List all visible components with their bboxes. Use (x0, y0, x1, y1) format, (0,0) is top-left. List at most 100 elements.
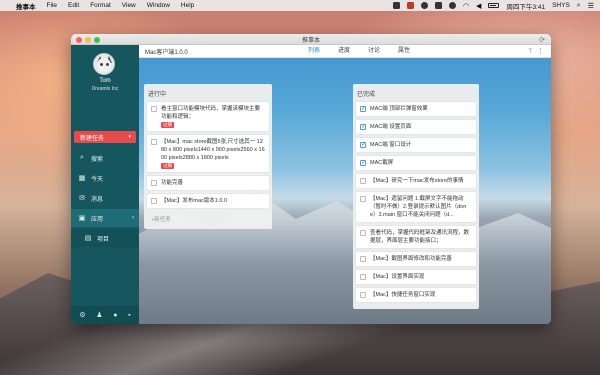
help-icon[interactable]: ● (113, 312, 117, 319)
window-titlebar[interactable]: 推事本 ⟳ (71, 34, 551, 45)
tab-list[interactable]: 列表 (299, 45, 329, 58)
task-checkbox[interactable] (151, 106, 157, 112)
tab-properties[interactable]: 属性 (389, 45, 419, 58)
task-card[interactable]: MAC端 设置页面 (356, 120, 476, 134)
more-icon[interactable]: ⋮ (537, 47, 544, 55)
task-card[interactable]: 【Mac】快捷任务窗口实现 (356, 288, 476, 302)
task-card[interactable]: 【Mac】研究一下mac发布store的事情 (356, 174, 476, 188)
tab-progress[interactable]: 进度 (329, 45, 359, 58)
project-icon: ▤ (84, 235, 92, 242)
task-checkbox[interactable] (151, 139, 157, 145)
new-task-label: 新建任务 (80, 135, 105, 142)
sidebar-item-label: 应用 (91, 216, 104, 223)
new-task-button[interactable]: 新建任务 ▾ (74, 131, 136, 143)
tray-time-machine-icon[interactable] (448, 2, 456, 9)
zoom-button[interactable] (94, 36, 100, 43)
user-org: Dreamix Inc (91, 86, 119, 92)
task-checkbox[interactable] (360, 230, 366, 236)
task-checkbox[interactable] (360, 256, 366, 262)
task-card[interactable]: 【Mac】设置界面实现 (356, 270, 476, 284)
tray-app-icon[interactable] (392, 2, 400, 9)
task-card[interactable]: 看主窗口功能模块代码，掌握该模块主要功能和逻辑； 过期 (147, 102, 269, 131)
calendar-icon: ▦ (78, 175, 86, 182)
task-text: MAC端 顶部拦弹窗效果 (370, 106, 428, 112)
close-button[interactable] (76, 36, 82, 43)
tray-circle-icon[interactable] (420, 2, 428, 9)
sidebar-item-search[interactable]: ⌕ 搜索 (71, 149, 139, 167)
battery-icon[interactable] (488, 3, 500, 8)
message-icon: ✉ (79, 195, 85, 202)
task-text: MAC截屏 (370, 160, 394, 166)
menubar-status-area: ◠ ◀ 周四下午3:41 SHYS ⌕ ☰ (392, 1, 594, 11)
wifi-icon[interactable]: ◠ (463, 2, 469, 10)
column-completed: 已完成 MAC端 顶部拦弹窗效果 MAC端 设置页面 MAC端 窗口设计 MAC… (353, 84, 479, 309)
spinner-icon: ⟳ (539, 37, 545, 44)
sidebar-item-label: 项目 (97, 236, 110, 243)
menu-view[interactable]: View (122, 2, 136, 9)
task-checkbox-checked[interactable] (360, 105, 366, 112)
apps-icon: ▣ (78, 215, 86, 222)
task-checkbox[interactable] (151, 198, 157, 204)
sidebar-item-projects[interactable]: ▤ 项目 (71, 229, 139, 247)
tray-dropbox-icon[interactable] (434, 2, 442, 9)
tray-alert-icon[interactable] (406, 2, 414, 9)
task-text: 【Mac】mac store截图5张,尺寸选其一 1280 x 800 pixe… (161, 139, 265, 161)
task-card[interactable]: 查看代码，掌握代码框架及通讯流程，数据层，界面层主要功能接口； (356, 226, 476, 248)
overdue-badge: 过期 (161, 122, 174, 128)
volume-icon[interactable]: ◀ (476, 2, 481, 10)
spotlight-icon[interactable]: ⌕ (577, 2, 581, 10)
task-card[interactable]: 【Mac】遗留问题 1.截屏文字不能拖动（暂时不做）2.登录提示默认图片（don… (356, 192, 476, 222)
task-text: 【Mac】研究一下mac发布store的事情 (370, 178, 464, 184)
menu-file[interactable]: File (47, 2, 57, 9)
minimize-button[interactable] (85, 36, 91, 43)
task-checkbox-checked[interactable] (360, 159, 366, 166)
task-text: 查看代码，掌握代码框架及通讯流程，数据层，界面层主要功能接口； (370, 230, 470, 244)
menubar-user[interactable]: SHYS (552, 2, 570, 9)
sidebar-item-apps[interactable]: ▣ 应用 › (71, 209, 139, 227)
chevron-down-icon: ▾ (128, 134, 131, 140)
chevron-right-icon: › (132, 215, 134, 221)
traffic-lights (76, 36, 100, 43)
task-card[interactable]: MAC端 窗口设计 (356, 138, 476, 152)
tab-bar: 列表 进度 讨论 属性 (299, 45, 419, 58)
task-checkbox[interactable] (360, 292, 366, 298)
menu-help[interactable]: Help (181, 2, 194, 9)
column-in-progress: 进行中 看主窗口功能模块代码，掌握该模块主要功能和逻辑； 过期 【Mac】mac… (144, 84, 272, 229)
task-card[interactable]: 【Mac】发布mac版本1.0.0 (147, 194, 269, 208)
shirt-icon[interactable]: ♟ (96, 311, 102, 319)
notification-center-icon[interactable]: ☰ (588, 2, 594, 10)
task-checkbox[interactable] (360, 178, 366, 184)
gear-icon[interactable]: ⚙ (79, 311, 85, 319)
sidebar-item-messages[interactable]: ✉ 消息 (71, 189, 139, 207)
task-checkbox[interactable] (151, 180, 157, 186)
avatar[interactable] (93, 53, 115, 75)
pin-icon[interactable]: ⊤ (528, 48, 533, 55)
sidebar-item-label: 今天 (91, 176, 104, 183)
task-text: MAC端 窗口设计 (370, 142, 412, 148)
sidebar-item-label: 搜索 (91, 156, 104, 163)
task-checkbox[interactable] (360, 274, 366, 280)
task-card[interactable]: MAC端 顶部拦弹窗效果 (356, 102, 476, 116)
task-card[interactable]: 功能完善 (147, 176, 269, 190)
task-checkbox[interactable] (360, 196, 366, 202)
add-task-button[interactable]: +新任务 (147, 212, 269, 226)
task-text: 【Mac】快捷任务窗口实现 (370, 292, 436, 298)
overdue-badge: 过期 (161, 163, 174, 169)
column-title: 已完成 (357, 92, 376, 98)
menu-edit[interactable]: Edit (68, 2, 79, 9)
menu-app-name[interactable]: 推事本 (16, 1, 36, 11)
sidebar-item-today[interactable]: ▦ 今天 (71, 169, 139, 187)
task-checkbox-checked[interactable] (360, 123, 366, 130)
briefcase-icon[interactable]: ▪ (128, 312, 130, 319)
task-card[interactable]: 【Mac】截图界面修改和功能完善 (356, 252, 476, 266)
task-card[interactable]: 【Mac】mac store截图5张,尺寸选其一 1280 x 800 pixe… (147, 135, 269, 172)
avatar-eye-left (100, 63, 103, 66)
task-card[interactable]: MAC截屏 (356, 156, 476, 170)
tab-discussion[interactable]: 讨论 (359, 45, 389, 58)
menu-window[interactable]: Window (147, 2, 170, 9)
task-text: MAC端 设置页面 (370, 124, 412, 130)
project-title: Mac客户端1.0.0 (145, 49, 188, 56)
menubar-clock[interactable]: 周四下午3:41 (506, 1, 545, 11)
menu-format[interactable]: Format (90, 2, 111, 9)
task-checkbox-checked[interactable] (360, 141, 366, 148)
